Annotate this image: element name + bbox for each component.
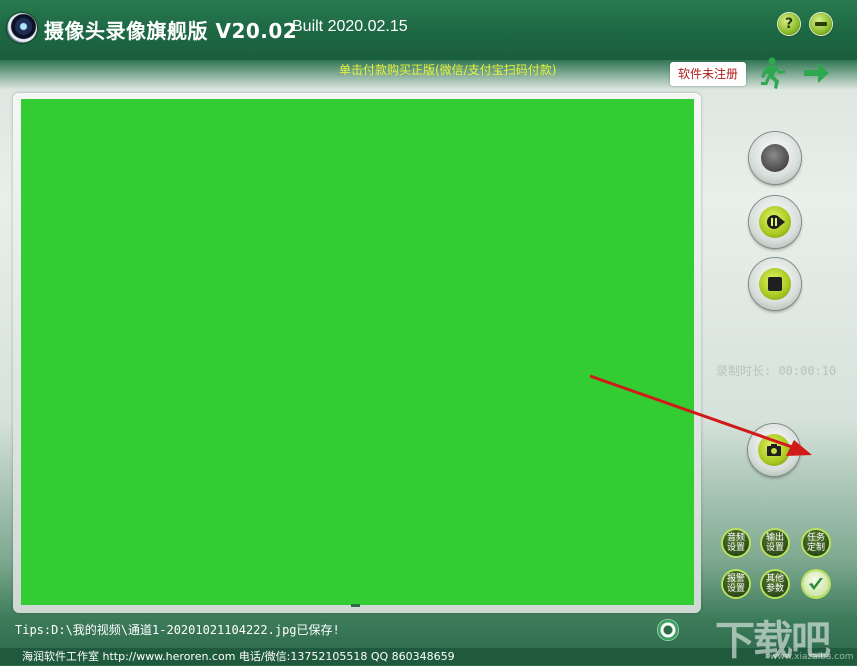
build-date: Built 2020.02.15 bbox=[292, 18, 408, 35]
help-button[interactable]: ? bbox=[778, 13, 800, 35]
camera-snapshot-icon bbox=[767, 444, 781, 456]
record-duration: 录制时长: 00:00:10 bbox=[716, 364, 837, 378]
pause-button[interactable] bbox=[749, 196, 801, 248]
output-settings-button[interactable]: 输出设置 bbox=[762, 530, 788, 556]
exit-runner-icon[interactable] bbox=[758, 56, 830, 90]
camera-preview[interactable] bbox=[21, 99, 694, 605]
status-text: 海润软件工作室 http://www.heroren.com 电话/微信:137… bbox=[22, 650, 455, 663]
stop-icon bbox=[768, 277, 782, 291]
stop-button[interactable] bbox=[749, 258, 801, 310]
camera-logo-icon bbox=[7, 13, 37, 43]
tips-message: Tips:D:\我的视频\通道1-20201021104222.jpg已保存! bbox=[15, 623, 340, 637]
title-bar[interactable]: 摄像头录像旗舰版 V20.02 Built 2020.02.15 ? bbox=[0, 0, 857, 60]
record-icon bbox=[761, 144, 789, 172]
minimize-button[interactable] bbox=[810, 13, 832, 35]
app-title: 摄像头录像旗舰版 V20.02 bbox=[44, 19, 298, 43]
preview-handle bbox=[351, 604, 360, 607]
audio-settings-button[interactable]: 音频设置 bbox=[723, 530, 749, 556]
minimize-icon bbox=[815, 22, 827, 26]
alarm-settings-button[interactable]: 报警设置 bbox=[723, 571, 749, 597]
purchase-link[interactable]: 单击付款购买正版(微信/支付宝扫码付款) bbox=[339, 61, 556, 78]
settings-gear-icon[interactable] bbox=[657, 619, 679, 641]
pause-play-glyph-icon bbox=[767, 215, 785, 229]
task-schedule-button[interactable]: 任务定制 bbox=[803, 530, 829, 556]
app-window: 摄像头录像旗舰版 V20.02 Built 2020.02.15 ? 单击付款购… bbox=[0, 0, 857, 665]
confirm-button[interactable] bbox=[803, 571, 829, 597]
watermark-url: www.xiazaiba.com bbox=[770, 652, 854, 662]
other-params-button[interactable]: 其他参数 bbox=[762, 571, 788, 597]
unregistered-badge[interactable]: 软件未注册 bbox=[670, 62, 746, 86]
checkmark-icon bbox=[809, 578, 823, 590]
snapshot-button[interactable] bbox=[748, 424, 800, 476]
record-button[interactable] bbox=[749, 132, 801, 184]
